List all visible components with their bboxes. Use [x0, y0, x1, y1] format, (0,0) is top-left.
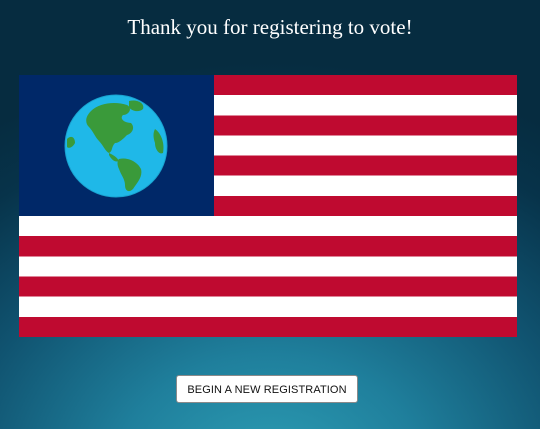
- flag-image: [19, 75, 517, 337]
- begin-new-registration-button[interactable]: BEGIN A NEW REGISTRATION: [176, 375, 358, 403]
- page-title: Thank you for registering to vote!: [127, 15, 413, 39]
- flag-canton: [19, 75, 214, 216]
- earth-globe-icon: [64, 94, 168, 198]
